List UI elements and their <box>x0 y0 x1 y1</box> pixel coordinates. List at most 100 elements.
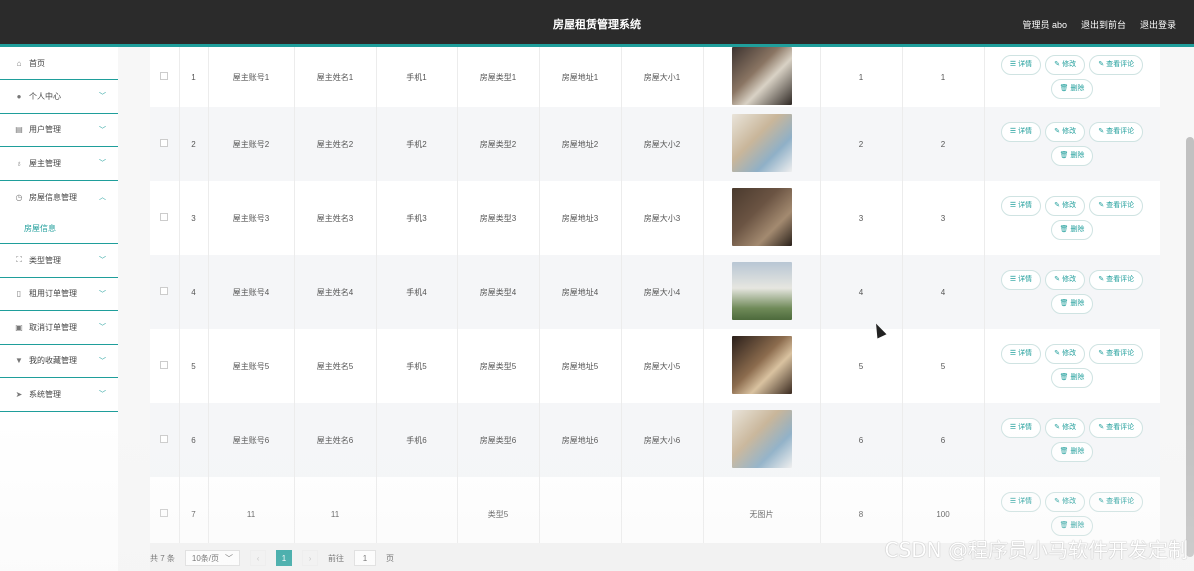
row-index: 3 <box>179 181 209 255</box>
actions-cell: ☰ 详情 ✎ 修改 ✎ 查看评论 🗑 删除 <box>984 181 1160 255</box>
edit-label: 修改 <box>1062 498 1077 505</box>
edit-button[interactable]: ✎ 修改 <box>1045 270 1086 290</box>
detail-label: 详情 <box>1018 424 1033 431</box>
sidebar-item-profile[interactable]: ● 个人中心 ﹀ <box>0 80 118 114</box>
row-index: 6 <box>179 403 209 477</box>
edit-button[interactable]: ✎ 修改 <box>1045 492 1086 512</box>
phone-cell: 手机4 <box>376 255 458 329</box>
table-row: 2 屋主账号2 屋主姓名2 手机2 房屋类型2 房屋地址2 房屋大小2 2 2 … <box>150 107 1160 181</box>
content-gutter <box>118 47 150 571</box>
sidebar-item-cancel-orders[interactable]: ▣ 取消订单管理 ﹀ <box>0 311 118 345</box>
view-comments-button[interactable]: ✎ 查看评论 <box>1089 270 1144 290</box>
page-number-current[interactable]: 1 <box>276 550 293 566</box>
actions-cell: ☰ 详情 ✎ 修改 ✎ 查看评论 🗑 删除 <box>984 255 1160 329</box>
row-checkbox[interactable] <box>160 509 169 517</box>
sidebar-item-users[interactable]: ▤ 用户管理 ﹀ <box>0 114 118 147</box>
row-checkbox[interactable] <box>160 139 169 147</box>
goto-page-input[interactable]: 1 <box>354 550 377 566</box>
detail-button[interactable]: ☰ 详情 <box>1000 492 1042 512</box>
house-thumbnail[interactable] <box>731 410 792 468</box>
prev-page-button[interactable]: ‹ <box>250 550 267 566</box>
phone-cell: 手机2 <box>376 107 458 181</box>
home-icon: ⌂ <box>16 58 22 68</box>
sidebar-item-label: 房屋信息管理 <box>29 192 77 202</box>
view-comments-button[interactable]: ✎ 查看评论 <box>1089 122 1144 142</box>
owner-account-cell: 屋主账号6 <box>208 403 295 477</box>
owner-name-cell: 屋主姓名1 <box>294 47 377 107</box>
phone-cell <box>376 477 458 543</box>
row-checkbox[interactable] <box>160 361 169 369</box>
edit-label: 修改 <box>1062 128 1077 135</box>
delete-button[interactable]: 🗑 删除 <box>1050 79 1094 99</box>
sidebar-item-label: 用户管理 <box>29 125 61 135</box>
house-thumbnail[interactable] <box>731 262 792 320</box>
detail-button[interactable]: ☰ 详情 <box>1000 55 1042 75</box>
delete-button[interactable]: 🗑 删除 <box>1050 146 1094 166</box>
edit-button[interactable]: ✎ 修改 <box>1045 55 1086 75</box>
house-thumbnail[interactable] <box>731 188 792 246</box>
house-thumbnail[interactable] <box>731 336 792 394</box>
sidebar-subitem-house-info[interactable]: 房屋信息 <box>0 214 118 244</box>
edit-label: 修改 <box>1062 202 1077 209</box>
edit-button[interactable]: ✎ 修改 <box>1045 418 1086 438</box>
house-address-cell: 房屋地址3 <box>539 181 622 255</box>
chevron-down-icon: ﹀ <box>99 126 106 134</box>
detail-button[interactable]: ☰ 详情 <box>1000 344 1042 364</box>
top-bar: 房屋租赁管理系统 管理员 abo 退出到前台 退出登录 <box>0 0 1194 47</box>
detail-button[interactable]: ☰ 详情 <box>1000 122 1042 142</box>
view-comments-button[interactable]: ✎ 查看评论 <box>1089 196 1144 216</box>
detail-button[interactable]: ☰ 详情 <box>1000 418 1042 438</box>
edit-button[interactable]: ✎ 修改 <box>1045 344 1086 364</box>
sidebar-item-favorites[interactable]: ▼ 我的收藏管理 ﹀ <box>0 345 118 378</box>
delete-button[interactable]: 🗑 删除 <box>1050 516 1094 536</box>
sidebar-item-label: 首页 <box>29 58 45 68</box>
view-comments-button[interactable]: ✎ 查看评论 <box>1089 492 1144 512</box>
total-count: 共 7 条 <box>150 553 175 563</box>
view-comments-label: 查看评论 <box>1106 350 1135 357</box>
row-checkbox[interactable] <box>160 213 169 221</box>
view-comments-button[interactable]: ✎ 查看评论 <box>1089 55 1144 75</box>
view-comments-button[interactable]: ✎ 查看评论 <box>1089 418 1144 438</box>
sidebar-item-houses[interactable]: ◷ 房屋信息管理 ︿ <box>0 181 118 215</box>
edit-label: 修改 <box>1062 276 1077 283</box>
sidebar-item-label: 系统管理 <box>29 389 61 399</box>
watermark: CSDN @程序员小马软件开发定制 <box>884 538 1188 562</box>
house-address-cell: 房屋地址5 <box>539 329 622 403</box>
detail-label: 详情 <box>1018 202 1033 209</box>
next-page-button[interactable]: › <box>302 550 319 566</box>
delete-button[interactable]: 🗑 删除 <box>1050 442 1094 462</box>
detail-button[interactable]: ☰ 详情 <box>1000 196 1042 216</box>
row-checkbox[interactable] <box>160 435 169 443</box>
row-checkbox[interactable] <box>160 287 169 295</box>
delete-button[interactable]: 🗑 删除 <box>1050 294 1094 314</box>
sidebar-item-rent-orders[interactable]: ▯ 租用订单管理 ﹀ <box>0 278 118 311</box>
scrollbar-track[interactable] <box>1160 47 1194 571</box>
delete-button[interactable]: 🗑 删除 <box>1050 220 1094 240</box>
view-comments-label: 查看评论 <box>1106 276 1135 283</box>
owner-name-cell: 屋主姓名3 <box>294 181 377 255</box>
edit-button[interactable]: ✎ 修改 <box>1045 122 1086 142</box>
view-comments-label: 查看评论 <box>1106 61 1135 68</box>
image-cell <box>703 181 821 255</box>
house-thumbnail[interactable] <box>731 47 792 105</box>
chevron-down-icon: ﹀ <box>99 93 106 101</box>
sidebar-item-types[interactable]: ⛶ 类型管理 ﹀ <box>0 244 118 278</box>
chevron-down-icon: ﹀ <box>225 553 234 563</box>
edit-button[interactable]: ✎ 修改 <box>1045 196 1086 216</box>
chevron-up-icon: ︿ <box>99 194 106 202</box>
detail-button[interactable]: ☰ 详情 <box>1000 270 1042 290</box>
back-to-front-link[interactable]: 退出到前台 <box>1081 18 1126 31</box>
sidebar-item-home[interactable]: ⌂ 首页 <box>0 47 118 80</box>
view-comments-button[interactable]: ✎ 查看评论 <box>1089 344 1144 364</box>
row-checkbox[interactable] <box>160 72 169 80</box>
sidebar-item-system[interactable]: ➤ 系统管理 ﹀ <box>0 378 118 412</box>
logout-link[interactable]: 退出登录 <box>1140 18 1176 31</box>
sidebar-item-owners[interactable]: ♁ 屋主管理 ﹀ <box>0 147 118 181</box>
chevron-down-icon: ﹀ <box>99 290 106 298</box>
house-thumbnail[interactable] <box>731 114 792 172</box>
page-size-select[interactable]: 10条/页 ﹀ <box>184 550 241 566</box>
mic-icon: ♁ <box>16 158 22 168</box>
delete-label: 删除 <box>1070 85 1085 92</box>
scrollbar-thumb[interactable] <box>1186 137 1194 557</box>
delete-button[interactable]: 🗑 删除 <box>1050 368 1094 388</box>
